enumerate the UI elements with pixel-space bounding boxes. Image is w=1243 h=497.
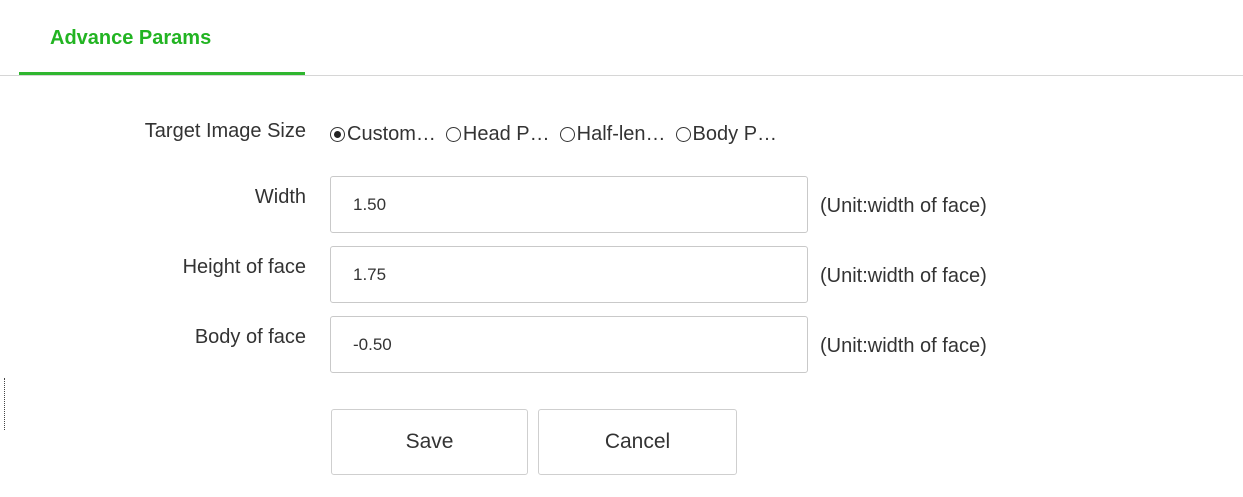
target-image-size-label: Target Image Size [144, 120, 306, 142]
radio-option-half-length[interactable]: Half-len… [559, 122, 666, 146]
radio-option-custom[interactable]: Custom… [330, 123, 436, 146]
radio-option-head-label: Head P… [462, 122, 550, 145]
height-of-face-label: Height of face [182, 256, 306, 278]
height-of-face-input[interactable] [330, 246, 808, 303]
body-of-face-label: Body of face [194, 326, 306, 348]
radio-unchecked-icon[interactable] [559, 126, 575, 142]
radio-option-body-label: Body P… [692, 122, 778, 145]
body-of-face-unit-text: (Unit:width of face) [820, 335, 987, 357]
radio-unchecked-icon[interactable] [445, 126, 461, 142]
cancel-button[interactable]: Cancel [538, 409, 737, 475]
tab-advance-params[interactable]: Advance Params [19, 0, 305, 75]
radio-option-custom-label: Custom… [347, 122, 436, 145]
save-button[interactable]: Save [331, 409, 528, 475]
radio-checked-icon[interactable] [330, 126, 345, 142]
width-label: Width [254, 186, 306, 208]
radio-option-half-length-label: Half-len… [576, 122, 666, 145]
radio-option-head[interactable]: Head P… [445, 122, 550, 146]
height-of-face-unit-text: (Unit:width of face) [820, 265, 987, 287]
target-image-size-radio-group: Custom… Head P… Half-len… Body P… [330, 119, 787, 149]
radio-option-body[interactable]: Body P… [675, 122, 778, 146]
radio-unchecked-icon[interactable] [675, 126, 691, 142]
width-input[interactable] [330, 176, 808, 233]
advance-params-page: Advance Params Target Image Size Custom…… [0, 0, 1243, 497]
body-of-face-input[interactable] [330, 316, 808, 373]
dotted-edge-marker [4, 378, 5, 430]
width-unit-text: (Unit:width of face) [820, 195, 987, 217]
tab-bar: Advance Params [0, 0, 1243, 76]
tab-advance-params-label: Advance Params [50, 27, 212, 49]
